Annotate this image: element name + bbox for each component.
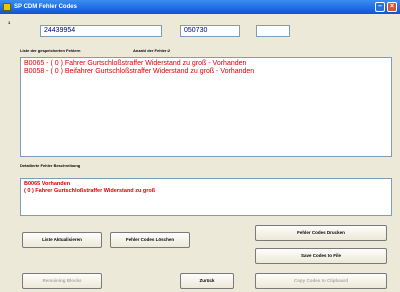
list-item[interactable]: B0065 - ( 0 ) Fahrer Gurtschloßstraffer … [21, 60, 391, 68]
description-line: ( 0 ) Fahrer Gurtschloßstraffer Widersta… [24, 188, 156, 194]
list-item[interactable]: B0058 - ( 0 ) Beifahrer Gurtschloßstraff… [21, 68, 391, 76]
copy-clipboard-button[interactable]: Copy Codes to Clipboard [255, 273, 387, 289]
window-controls: – × [375, 2, 397, 12]
remaining-blocks-button[interactable]: Remaining Blocks [22, 273, 102, 289]
error-count-label: Anzahl der Fehler:2 [133, 48, 171, 53]
extra-field[interactable] [256, 25, 290, 37]
description-line: B0065 Vorhanden [24, 181, 71, 187]
save-codes-button[interactable]: Save Codes to File [255, 248, 387, 264]
back-button[interactable]: Zurück [180, 273, 234, 289]
error-list[interactable]: B0065 - ( 0 ) Fahrer Gurtschloßstraffer … [20, 57, 392, 157]
minimize-button[interactable]: – [375, 2, 385, 12]
app-icon [3, 3, 11, 11]
delete-codes-button[interactable]: Fehler Codes Löschen [110, 232, 190, 248]
refresh-list-button[interactable]: Liste Aktualisieren [22, 232, 102, 248]
title-bar: SP CDM Fehler Codes – × [0, 0, 400, 14]
app-window: SP CDM Fehler Codes – × 1 24439954 05073… [0, 0, 400, 292]
close-button[interactable]: × [387, 2, 397, 12]
stored-errors-label: Liste der gespeicherten Fehlern [20, 48, 81, 53]
print-codes-button[interactable]: Fehler Codes Drucken [255, 225, 387, 241]
window-title: SP CDM Fehler Codes [14, 4, 77, 10]
detailed-label: Detailierte Fehler Beschreibung [20, 163, 81, 168]
description-box[interactable]: B0065 Vorhanden ( 0 ) Fahrer Gurtschloßs… [20, 178, 392, 216]
date-field[interactable]: 050730 [180, 25, 240, 37]
serial-field[interactable]: 24439954 [40, 25, 162, 37]
index-label: 1 [8, 20, 11, 25]
